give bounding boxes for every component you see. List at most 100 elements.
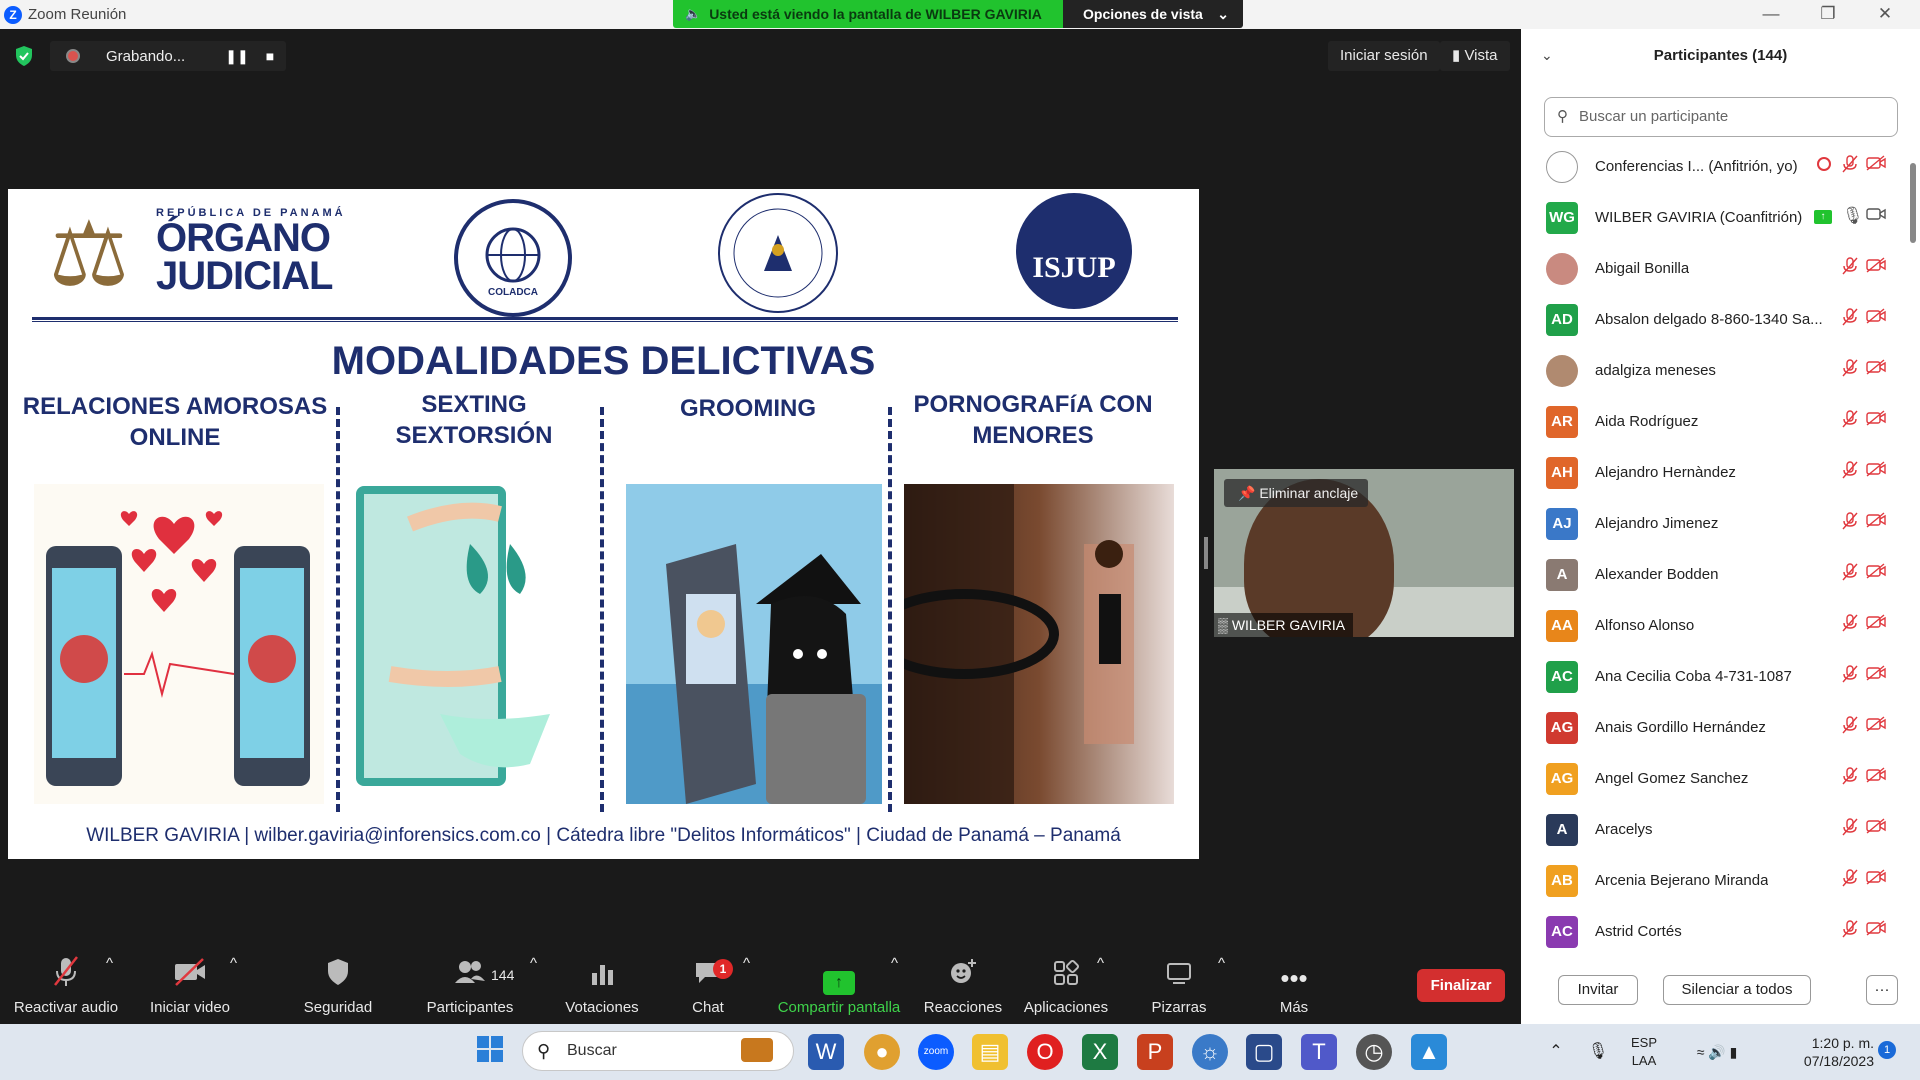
more-button[interactable]: ••• Más — [1268, 955, 1320, 1025]
camera-off-icon — [1866, 410, 1886, 431]
muted-mic-icon — [1842, 512, 1858, 535]
participants-panel: ⌄ Participantes (144) ⚲ Buscar un partic… — [1521, 29, 1920, 1024]
scrollbar-thumb[interactable] — [1910, 163, 1916, 243]
participant-row[interactable]: WG WILBER GAVIRIA (Coanfitrión) 🎙 ↑ — [1521, 194, 1911, 245]
view-button[interactable]: ▮ Vista — [1440, 41, 1510, 71]
display-app-icon[interactable]: ▢ — [1246, 1034, 1282, 1070]
opera-icon[interactable]: O — [1027, 1034, 1063, 1070]
participant-row[interactable]: Conferencias I... (Anfitrión, yo) — [1521, 143, 1911, 194]
unpin-button[interactable]: 📌 Eliminar anclaje — [1224, 479, 1369, 507]
category-online-relations: RELACIONES AMOROSAS ONLINE — [16, 391, 334, 453]
muted-mic-icon — [1842, 155, 1858, 178]
restore-button[interactable]: ❐ — [1800, 0, 1856, 29]
participant-row[interactable]: Abigail Bonilla — [1521, 245, 1911, 296]
speaker-video-tile[interactable]: 📌 Eliminar anclaje ▒ WILBER GAVIRIA — [1214, 469, 1514, 637]
participant-avatar: AR — [1546, 406, 1578, 438]
participant-row[interactable]: AJ Alejandro Jimenez — [1521, 500, 1911, 551]
pause-recording-button[interactable]: ❚❚ — [222, 41, 252, 71]
sign-in-button[interactable]: Iniciar sesión — [1328, 41, 1440, 71]
view-options-button[interactable]: Opciones de vista ⌄ — [1063, 0, 1243, 28]
participant-name: Conferencias I... (Anfitrión, yo) — [1595, 158, 1798, 175]
excel-icon[interactable]: X — [1082, 1034, 1118, 1070]
participant-row[interactable]: AG Angel Gomez Sanchez — [1521, 755, 1911, 806]
participant-row[interactable]: adalgiza meneses — [1521, 347, 1911, 398]
participant-row[interactable]: AA Alfonso Alonso — [1521, 602, 1911, 653]
panel-more-button[interactable]: ··· — [1866, 975, 1898, 1005]
chrome-icon[interactable]: ● — [864, 1034, 900, 1070]
speaker-icon: 🔈 — [685, 6, 702, 21]
whiteboards-options-caret[interactable]: ^ — [1218, 955, 1225, 1025]
video-options-caret[interactable]: ^ — [230, 955, 237, 1025]
participant-row[interactable]: AG Anais Gordillo Hernández — [1521, 704, 1911, 755]
participant-list-scrollbar[interactable] — [1909, 143, 1917, 943]
show-hidden-icons-chevron-icon[interactable]: ⌃ — [1544, 1024, 1568, 1080]
participant-row[interactable]: AC Ana Cecilia Coba 4-731-1087 — [1521, 653, 1911, 704]
participant-name: Abigail Bonilla — [1595, 260, 1690, 277]
participant-name: adalgiza meneses — [1595, 362, 1716, 379]
stop-recording-button[interactable]: ■ — [255, 41, 285, 71]
word-icon[interactable]: W — [808, 1034, 844, 1070]
viewing-text: Usted está viendo la pantalla de WILBER … — [709, 6, 1042, 22]
chevron-down-icon: ⌄ — [1217, 5, 1229, 22]
participant-avatar: AD — [1546, 304, 1578, 336]
system-clock[interactable]: 1:20 p. m. 07/18/2023 — [1762, 1024, 1874, 1080]
reactions-button[interactable]: Reacciones — [922, 955, 1004, 1025]
powerpoint-icon[interactable]: P — [1137, 1034, 1173, 1070]
end-meeting-button[interactable]: Finalizar — [1417, 969, 1505, 1002]
participant-search-input[interactable]: ⚲ Buscar un participante — [1544, 97, 1898, 137]
polls-button[interactable]: Votaciones — [560, 955, 644, 1025]
participant-row[interactable]: A Alexander Bodden — [1521, 551, 1911, 602]
file-explorer-icon[interactable]: ▤ — [972, 1034, 1008, 1070]
participant-row[interactable]: AC Astrid Cortés — [1521, 908, 1911, 951]
resize-handle[interactable] — [1204, 537, 1208, 569]
share-options-caret[interactable]: ^ — [891, 955, 898, 1025]
muted-mic-icon — [1842, 563, 1858, 586]
participant-row[interactable]: AR Aida Rodríguez — [1521, 398, 1911, 449]
zoom-taskbar-icon[interactable]: zoom — [918, 1034, 954, 1070]
apps-options-caret[interactable]: ^ — [1097, 955, 1104, 1025]
participant-name: Arcenia Bejerano Miranda — [1595, 872, 1769, 889]
participant-row[interactable]: AH Alejandro Hernàndez — [1521, 449, 1911, 500]
clock-app-icon[interactable]: ◷ — [1356, 1034, 1392, 1070]
zoom-logo-icon: Z — [4, 6, 22, 24]
header-divider — [32, 317, 1178, 322]
invite-button[interactable]: Invitar — [1558, 975, 1638, 1005]
audio-options-caret[interactable]: ^ — [106, 955, 113, 1025]
participant-name: Astrid Cortés — [1595, 923, 1682, 940]
security-button[interactable]: Seguridad — [290, 955, 386, 1025]
share-screen-button[interactable]: ↑ Compartir pantalla — [770, 955, 908, 1025]
category-sexting: SEXTING SEXTORSIÓN — [354, 389, 594, 451]
participants-button[interactable]: Participantes 144 — [420, 955, 520, 1025]
whiteboard-icon — [1140, 955, 1218, 993]
wifi-volume-battery-icon[interactable]: ≈ 🔊 ▮ — [1682, 1024, 1752, 1080]
camera-off-icon — [1866, 818, 1886, 839]
participant-row[interactable]: AB Arcenia Bejerano Miranda — [1521, 857, 1911, 908]
camera-off-icon — [1866, 716, 1886, 737]
close-button[interactable]: ✕ — [1857, 0, 1913, 29]
muted-mic-icon — [1842, 665, 1858, 688]
whiteboards-button[interactable]: Pizarras — [1140, 955, 1218, 1025]
taskbar-search-input[interactable]: ⚲ Buscar — [522, 1031, 794, 1071]
photos-icon[interactable]: ▲ — [1411, 1034, 1447, 1070]
security-shield-icon[interactable] — [14, 45, 36, 67]
teams-icon[interactable]: T — [1301, 1034, 1337, 1070]
participant-row[interactable]: A Aracelys — [1521, 806, 1911, 857]
child-pornography-illustration — [904, 484, 1174, 804]
chat-button[interactable]: Chat 1 — [680, 955, 736, 1025]
shared-screen: ⚖ REPÚBLICA DE PANAMÁ ÓRGANO JUDICIAL CO… — [8, 189, 1199, 859]
minimize-button[interactable]: — — [1743, 0, 1799, 29]
start-video-button[interactable]: Iniciar video — [140, 955, 240, 1025]
category-line: SEXTING — [421, 391, 527, 418]
muted-mic-icon — [1842, 767, 1858, 790]
notifications-badge[interactable]: 1 — [1874, 1041, 1900, 1061]
participants-options-caret[interactable]: ^ — [530, 955, 537, 1025]
participant-row[interactable]: AD Absalon delgado 8-860-1340 Sa... — [1521, 296, 1911, 347]
windows-start-icon[interactable] — [472, 1034, 508, 1070]
mute-all-button[interactable]: Silenciar a todos — [1663, 975, 1811, 1005]
chat-options-caret[interactable]: ^ — [743, 955, 750, 1025]
microphone-icon[interactable]: 🎙 — [1586, 1024, 1610, 1080]
participant-avatar: A — [1546, 814, 1578, 846]
network-app-icon[interactable]: ☼ — [1192, 1034, 1228, 1070]
language-indicator[interactable]: ESP LAA — [1620, 1024, 1668, 1080]
sexting-illustration — [350, 484, 590, 804]
